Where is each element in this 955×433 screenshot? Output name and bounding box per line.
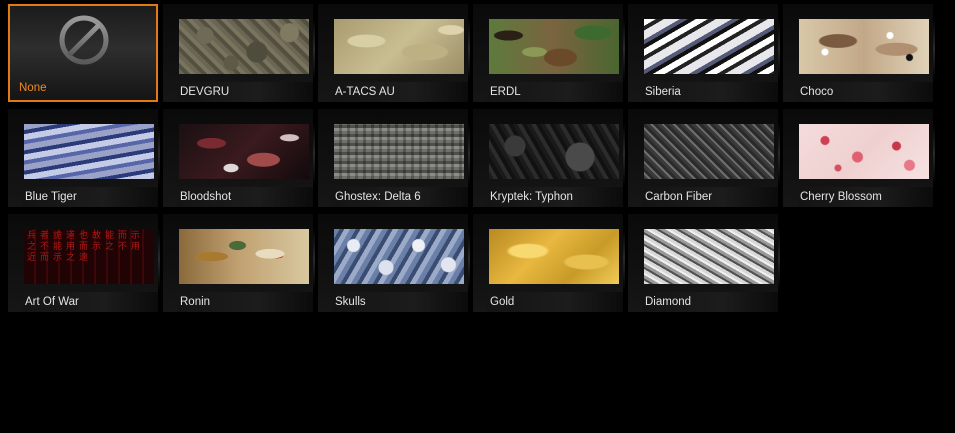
camo-label: DEVGRU bbox=[180, 86, 230, 98]
camo-thumbnail bbox=[24, 124, 154, 179]
camo-tile-skulls[interactable]: Skulls bbox=[318, 214, 470, 312]
camo-grid: None DEVGRU A-TACS AU ERDL Siberia Choco… bbox=[8, 4, 948, 324]
camo-tile-none[interactable]: None bbox=[8, 4, 158, 102]
camo-label: Carbon Fiber bbox=[645, 191, 713, 203]
camo-label: Siberia bbox=[645, 86, 681, 98]
camo-thumbnail bbox=[179, 124, 309, 179]
camo-thumbnail bbox=[644, 229, 774, 284]
camo-label: A-TACS AU bbox=[335, 86, 395, 98]
camo-thumbnail bbox=[489, 19, 619, 74]
camo-label: Ghostex: Delta 6 bbox=[335, 191, 421, 203]
camo-tile-ghostex-delta-6[interactable]: Ghostex: Delta 6 bbox=[318, 109, 470, 207]
camo-tile-choco[interactable]: Choco bbox=[783, 4, 935, 102]
camo-tile-diamond[interactable]: Diamond bbox=[628, 214, 780, 312]
camo-label: Diamond bbox=[645, 296, 692, 308]
camo-thumbnail bbox=[334, 19, 464, 74]
camo-label: Blue Tiger bbox=[25, 191, 77, 203]
camo-tile-ronin[interactable]: Ronin bbox=[163, 214, 315, 312]
camo-tile-atacs-au[interactable]: A-TACS AU bbox=[318, 4, 470, 102]
calligraphy-pattern: 兵者詭道也故能而示之不能用而示之不用近而示之遠 bbox=[27, 231, 145, 263]
camo-label: Kryptek: Typhon bbox=[490, 191, 573, 203]
camo-tile-carbon-fiber[interactable]: Carbon Fiber bbox=[628, 109, 780, 207]
camo-thumbnail bbox=[489, 124, 619, 179]
camo-tile-art-of-war[interactable]: 兵者詭道也故能而示之不能用而示之不用近而示之遠 Art Of War bbox=[8, 214, 160, 312]
camo-thumbnail bbox=[644, 19, 774, 74]
camo-thumbnail bbox=[334, 229, 464, 284]
camo-tile-bloodshot[interactable]: Bloodshot bbox=[163, 109, 315, 207]
camo-tile-kryptek-typhon[interactable]: Kryptek: Typhon bbox=[473, 109, 625, 207]
camo-thumbnail bbox=[179, 19, 309, 74]
camo-label: Art Of War bbox=[25, 296, 79, 308]
camo-thumbnail bbox=[644, 124, 774, 179]
camo-label: Bloodshot bbox=[180, 191, 232, 203]
camo-tile-gold[interactable]: Gold bbox=[473, 214, 625, 312]
camo-label: ERDL bbox=[490, 86, 521, 98]
camo-tile-siberia[interactable]: Siberia bbox=[628, 4, 780, 102]
camo-label: Gold bbox=[490, 296, 515, 308]
camo-label: Ronin bbox=[180, 296, 211, 308]
camo-thumbnail bbox=[799, 19, 929, 74]
prohibited-icon bbox=[59, 15, 109, 65]
camo-label: Cherry Blossom bbox=[800, 191, 882, 203]
camo-label: Skulls bbox=[335, 296, 366, 308]
camo-tile-cherry-blossom[interactable]: Cherry Blossom bbox=[783, 109, 935, 207]
camo-thumbnail bbox=[799, 124, 929, 179]
camo-thumbnail bbox=[334, 124, 464, 179]
camo-thumbnail bbox=[179, 229, 309, 284]
camo-tile-blue-tiger[interactable]: Blue Tiger bbox=[8, 109, 160, 207]
camo-thumbnail: 兵者詭道也故能而示之不能用而示之不用近而示之遠 bbox=[24, 229, 154, 284]
camo-tile-devgru[interactable]: DEVGRU bbox=[163, 4, 315, 102]
camo-thumbnail bbox=[489, 229, 619, 284]
camo-label: None bbox=[19, 82, 47, 94]
camo-label: Choco bbox=[800, 86, 834, 98]
camo-tile-erdl[interactable]: ERDL bbox=[473, 4, 625, 102]
